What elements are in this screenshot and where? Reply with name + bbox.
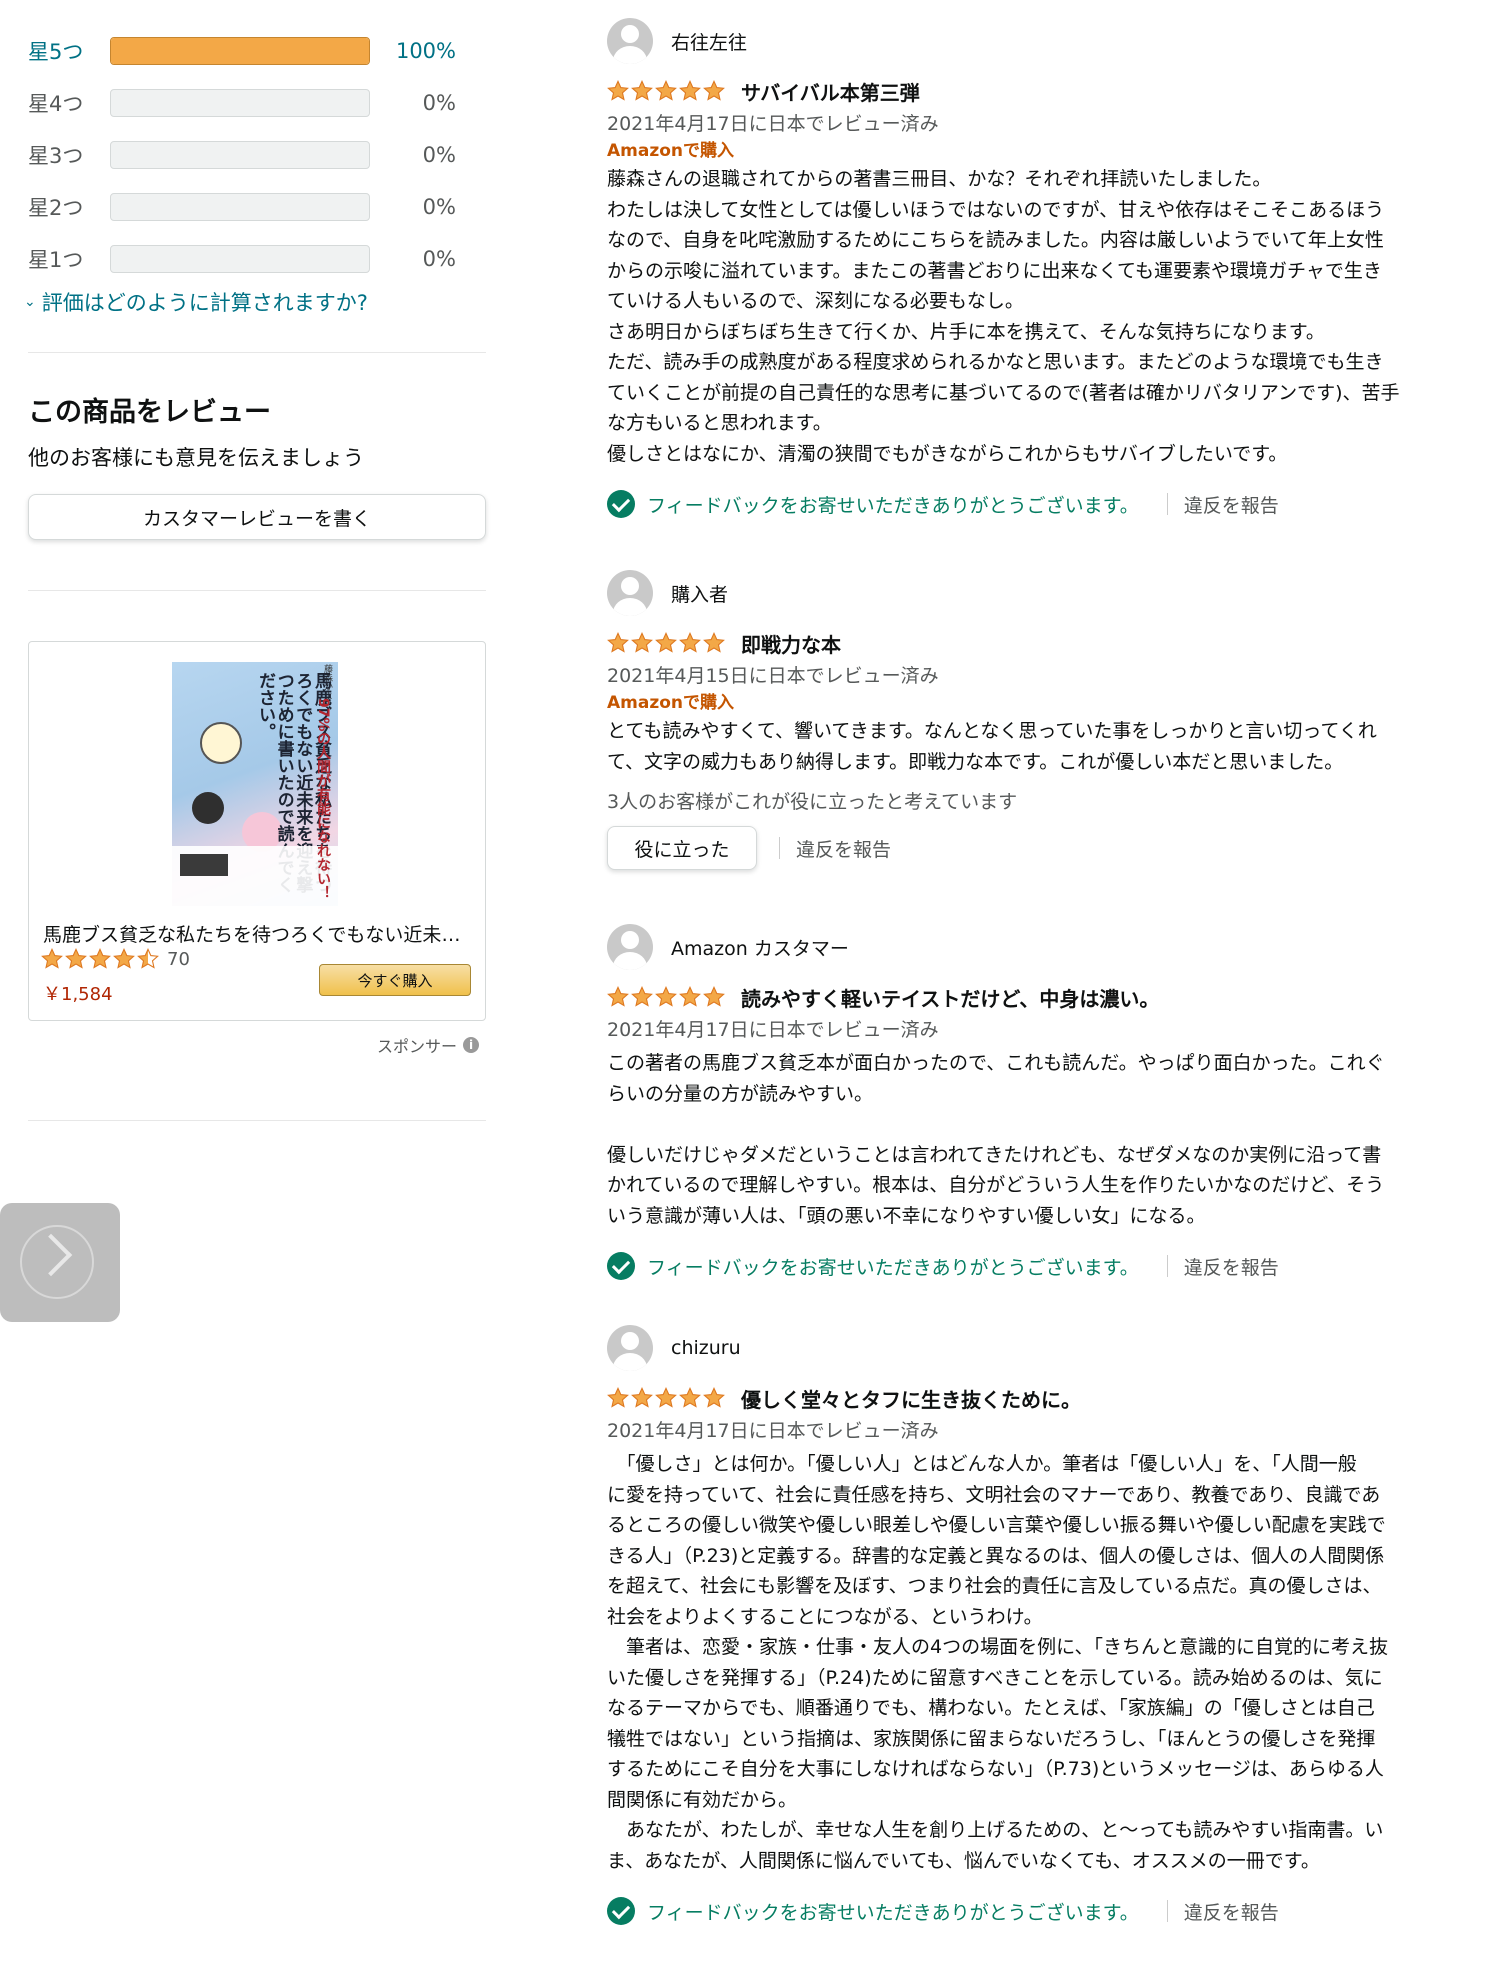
review-date: 2021年4月17日に日本でレビュー済み — [607, 1019, 939, 1041]
verified-purchase-badge: Amazonで購入 — [607, 141, 735, 161]
report-abuse-link[interactable]: 違反を報告 — [1184, 491, 1279, 518]
feedback-thanks: フィードバックをお寄せいただきありがとうございます。 — [607, 1897, 1139, 1925]
histogram-row[interactable]: 星2つ 0% — [28, 192, 468, 222]
review-body: 「優しさ」とは何か。「優しい人」とはどんな人か。筆者は「優しい人」を、「人間一般… — [607, 1453, 1389, 1872]
histogram-bar[interactable] — [110, 37, 370, 65]
avatar[interactable] — [607, 1325, 653, 1371]
histogram-star-label[interactable]: 星3つ — [28, 140, 110, 170]
report-abuse-link[interactable]: 違反を報告 — [1184, 1898, 1279, 1925]
sponsored-product-card[interactable]: 藤森かよこ 馬鹿ブス貧乏な私たちを待つろくでもない近未来を迎え撃つために書いたの… — [28, 641, 486, 1021]
reviewer-name[interactable]: 購入者 — [671, 580, 728, 607]
report-abuse-link[interactable]: 違反を報告 — [796, 835, 891, 862]
divider — [28, 352, 486, 353]
divider — [779, 837, 780, 859]
avatar[interactable] — [607, 924, 653, 970]
star-rating-icon[interactable] — [607, 1387, 725, 1409]
write-review-subtitle: 他のお客様にも意見を伝えましょう — [28, 446, 364, 470]
cover-tagline: 97%の人間が有能になれない！ — [315, 698, 331, 900]
review-date: 2021年4月15日に日本でレビュー済み — [607, 665, 939, 687]
write-review-button[interactable]: カスタマーレビューを書く — [28, 494, 486, 540]
ad-rating[interactable]: 70 — [41, 948, 190, 970]
helpful-button[interactable]: 役に立った — [607, 826, 757, 870]
cover-illustration — [200, 722, 242, 764]
histogram-bar[interactable] — [110, 89, 370, 117]
feedback-thanks-text: フィードバックをお寄せいただきありがとうございます。 — [647, 1256, 1139, 1279]
review-title[interactable]: サバイバル本第三弾 — [741, 77, 920, 106]
reviewer-name[interactable]: Amazon カスタマー — [671, 934, 849, 961]
histogram-row[interactable]: 星3つ 0% — [28, 140, 468, 170]
divider — [1166, 1255, 1168, 1277]
check-circle-icon — [607, 1252, 635, 1280]
info-icon[interactable]: i — [463, 1037, 480, 1053]
cover-annotation — [180, 854, 228, 876]
histogram-bar[interactable] — [110, 193, 370, 221]
check-circle-icon — [607, 1897, 635, 1925]
feedback-thanks-text: フィードバックをお寄せいただきありがとうございます。 — [647, 1901, 1139, 1924]
chevron-down-icon: ⌄ — [24, 294, 36, 310]
review-body: とても読みやすくて、響いてきます。なんとなく思っていた事をしっかりと言い切ってく… — [607, 720, 1377, 773]
histogram-percent[interactable]: 0% — [370, 143, 456, 167]
feedback-thanks-text: フィードバックをお寄せいただきありがとうございます。 — [647, 494, 1139, 517]
review-item: Amazon カスタマー 読みやすく軽いテイストだけど、中身は濃い。 2021年… — [607, 924, 1497, 1289]
avatar[interactable] — [607, 570, 653, 616]
histogram-percent[interactable]: 100% — [370, 39, 456, 63]
histogram-bar[interactable] — [110, 245, 370, 273]
review-title[interactable]: 読みやすく軽いテイストだけど、中身は濃い。 — [741, 983, 1159, 1012]
book-cover-image[interactable]: 藤森かよこ 馬鹿ブス貧乏な私たちを待つろくでもない近未来を迎え撃つために書いたの… — [172, 662, 338, 906]
review-date: 2021年4月17日に日本でレビュー済み — [607, 1420, 939, 1442]
ad-price: ￥1,584 — [43, 984, 113, 1005]
check-circle-icon — [607, 490, 635, 518]
review-body: 藤森さんの退職されてからの著書三冊目、かな？それぞれ拝読いたしました。 わたしは… — [607, 168, 1400, 465]
review-item: 購入者 即戦力な本 2021年4月15日に日本でレビュー済み Amazonで購入… — [607, 570, 1497, 871]
star-rating-icon — [41, 948, 159, 970]
histogram-star-label[interactable]: 星2つ — [28, 192, 110, 222]
divider — [28, 1120, 486, 1121]
review-body: この著者の馬鹿ブス貧乏本が面白かったので、これも読んだ。やっぱり面白かった。これ… — [607, 1052, 1385, 1227]
divider — [1166, 493, 1168, 515]
verified-purchase-badge: Amazonで購入 — [607, 693, 735, 713]
histogram-bar[interactable] — [110, 141, 370, 169]
review-title[interactable]: 即戦力な本 — [741, 629, 841, 658]
review-item: chizuru 優しく堂々とタフに生き抜くために。 2021年4月17日に日本で… — [607, 1325, 1497, 1934]
report-abuse-link[interactable]: 違反を報告 — [1184, 1253, 1279, 1280]
histogram-row[interactable]: 星1つ 0% — [28, 244, 468, 274]
divider — [28, 590, 486, 591]
sponsored-label: スポンサー i — [377, 1033, 480, 1057]
buy-now-button[interactable]: 今すぐ購入 — [319, 964, 471, 996]
histogram-percent[interactable]: 0% — [370, 247, 456, 271]
star-rating-icon[interactable] — [607, 632, 725, 654]
avatar[interactable] — [607, 18, 653, 64]
ad-rating-count: 70 — [167, 948, 190, 970]
histogram-percent[interactable]: 0% — [370, 195, 456, 219]
review-title[interactable]: 優しく堂々とタフに生き抜くために。 — [741, 1384, 1081, 1413]
histogram-percent[interactable]: 0% — [370, 91, 456, 115]
histogram-row[interactable]: 星5つ 100% — [28, 36, 468, 66]
cover-illustration — [192, 792, 224, 824]
reviewer-name[interactable]: 右往左往 — [671, 28, 747, 55]
review-item: 右往左往 サバイバル本第三弾 2021年4月17日に日本でレビュー済み Amaz… — [607, 18, 1497, 527]
review-date: 2021年4月17日に日本でレビュー済み — [607, 113, 939, 135]
reviewer-name[interactable]: chizuru — [671, 1337, 741, 1359]
star-rating-icon[interactable] — [607, 80, 725, 102]
feedback-thanks: フィードバックをお寄せいただきありがとうございます。 — [607, 490, 1139, 518]
histogram-star-label[interactable]: 星4つ — [28, 88, 110, 118]
feedback-thanks: フィードバックをお寄せいただきありがとうございます。 — [607, 1252, 1139, 1280]
histogram-star-label[interactable]: 星1つ — [28, 244, 110, 274]
next-page-button[interactable] — [0, 1203, 120, 1322]
histogram-star-label[interactable]: 星5つ — [28, 36, 110, 66]
ad-product-name[interactable]: 馬鹿ブス貧乏な私たちを待つろくでもない近未来を迎え撃つために書いたので読んでくだ… — [43, 920, 473, 947]
how-calculated-link[interactable]: ⌄ 評価はどのように計算されますか? — [24, 287, 368, 317]
divider — [1166, 1900, 1168, 1922]
histogram-row[interactable]: 星4つ 0% — [28, 88, 468, 118]
write-review-heading: この商品をレビュー — [28, 397, 271, 428]
sponsor-text: スポンサー — [377, 1037, 458, 1056]
helpful-count: 3人のお客様がこれが役に立ったと考えています — [607, 791, 1018, 813]
how-calculated-label: 評価はどのように計算されますか? — [41, 291, 368, 315]
star-rating-icon[interactable] — [607, 986, 725, 1008]
